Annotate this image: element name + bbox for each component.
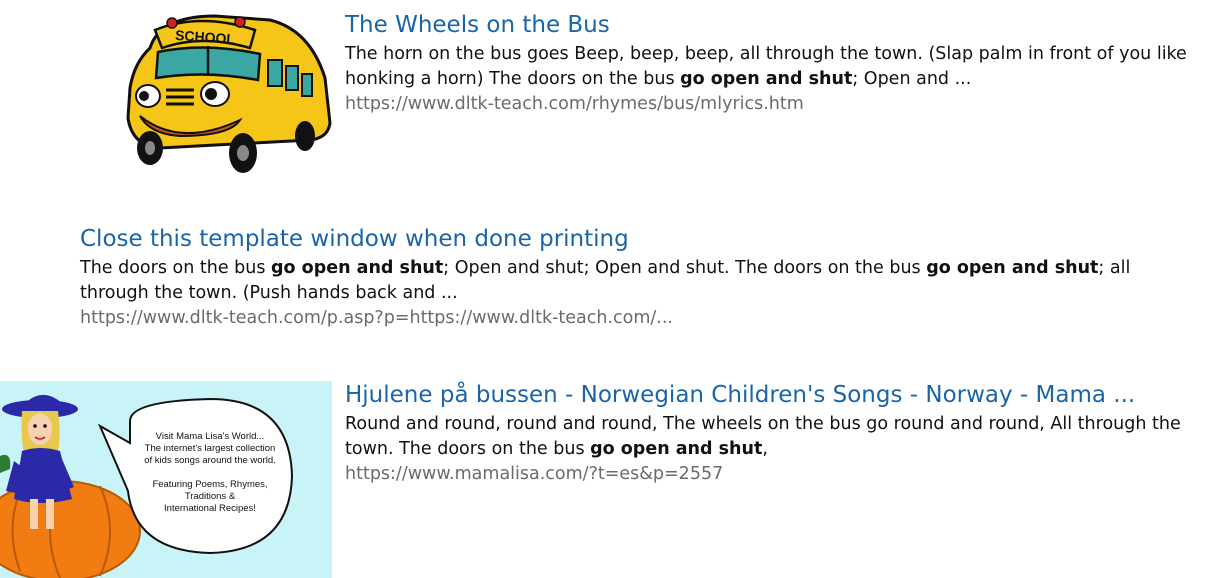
result-url[interactable]: https://www.mamalisa.com/?t=es&p=2557 (345, 462, 1195, 487)
search-result-2: Close this template window when done pri… (80, 225, 1200, 331)
school-bus-thumbnail[interactable]: SCHOOL (120, 8, 335, 178)
search-result-3: Hjulene på bussen - Norwegian Children's… (345, 381, 1195, 487)
result-title-link[interactable]: Hjulene på bussen - Norwegian Children's… (345, 381, 1195, 409)
school-bus-icon: SCHOOL (126, 14, 332, 173)
snippet-text: ; Open and shut; Open and shut. The door… (443, 258, 927, 278)
result-snippet: The horn on the bus goes Beep, beep, bee… (345, 42, 1195, 92)
search-result-1: The Wheels on the Bus The horn on the bu… (345, 11, 1195, 117)
bubble-line: The internet's largest collection (145, 443, 276, 454)
result-snippet: The doors on the bus go open and shut; O… (80, 256, 1200, 306)
bubble-line: Featuring Poems, Rhymes, (152, 479, 267, 490)
bubble-line: International Recipes! (164, 503, 256, 514)
result-url[interactable]: https://www.dltk-teach.com/p.asp?p=https… (80, 306, 1200, 331)
result-snippet: Round and round, round and round, The wh… (345, 412, 1195, 462)
bubble-line: of kids songs around the world. (144, 455, 276, 466)
snippet-text: ; Open and ... (852, 69, 972, 89)
mama-lisa-thumbnail[interactable]: Visit Mama Lisa's World... The internet'… (0, 381, 332, 578)
snippet-highlight: go open and shut (926, 258, 1099, 278)
bubble-line: Visit Mama Lisa's World... (156, 431, 265, 442)
snippet-highlight: go open and shut (680, 69, 853, 89)
result-url[interactable]: https://www.dltk-teach.com/rhymes/bus/ml… (345, 92, 1195, 117)
snippet-highlight: go open and shut (590, 439, 763, 459)
result-title-link[interactable]: Close this template window when done pri… (80, 225, 1200, 253)
mama-lisa-pumpkin-icon: Visit Mama Lisa's World... The internet'… (0, 381, 332, 578)
snippet-text: , (762, 439, 768, 459)
snippet-text: The doors on the bus (80, 258, 272, 278)
search-results-page: SCHOOL The Wheels on the Bus The horn on… (0, 0, 1224, 578)
result-title-link[interactable]: The Wheels on the Bus (345, 11, 1195, 39)
bubble-line: Traditions & (185, 491, 236, 502)
snippet-highlight: go open and shut (271, 258, 444, 278)
